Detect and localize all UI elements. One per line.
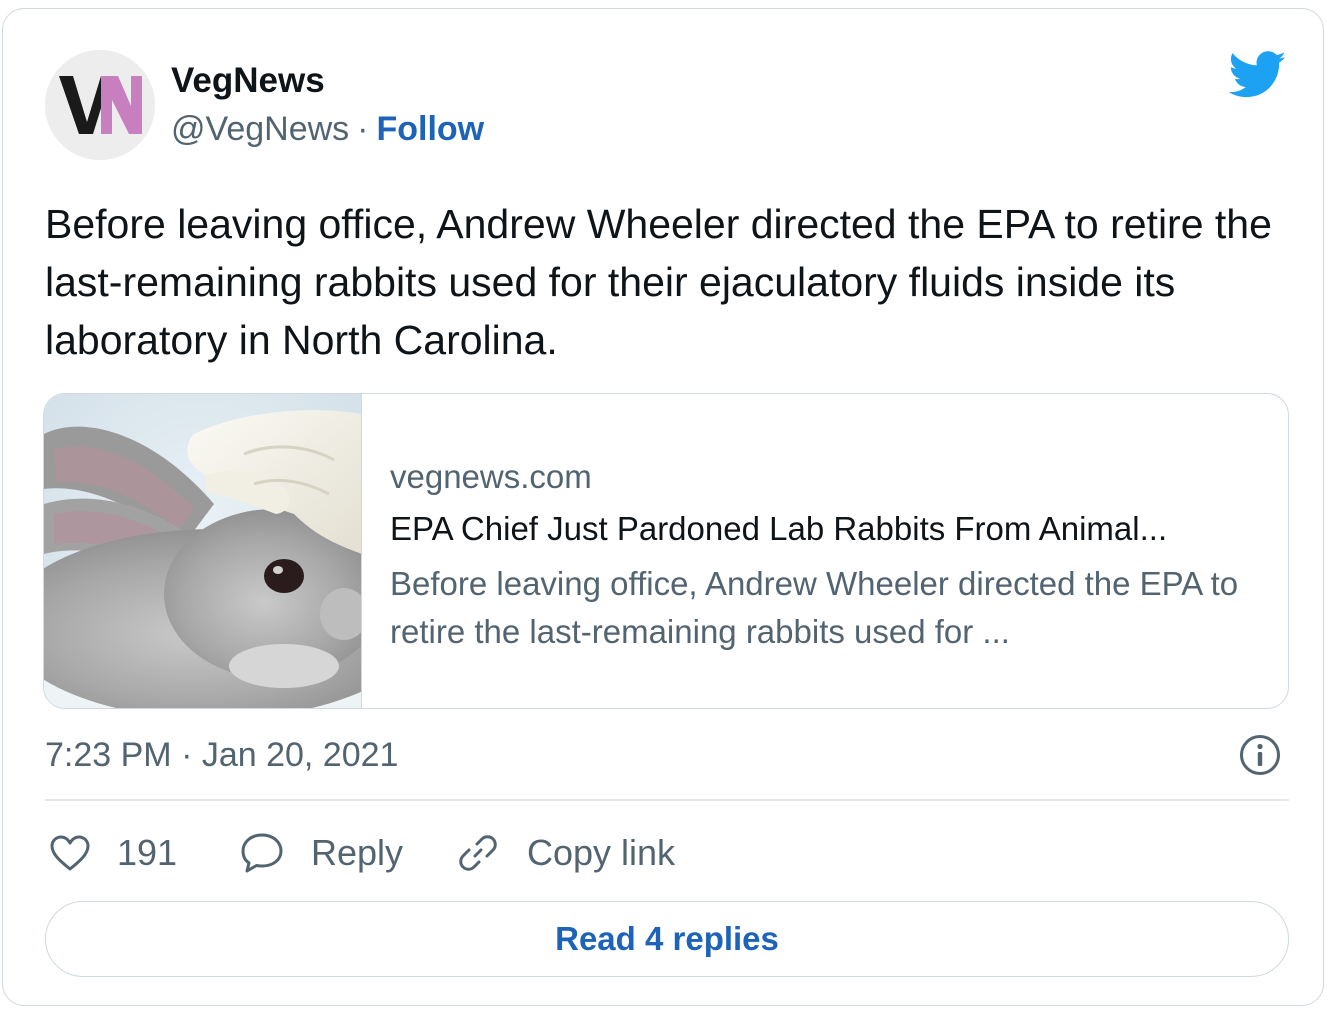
link-icon (459, 835, 497, 871)
link-title: EPA Chief Just Pardoned Lab Rabbits From… (390, 510, 1168, 547)
tweet-timestamp[interactable]: 7:23 PM · Jan 20, 2021 (45, 733, 398, 777)
link-domain: vegnews.com (390, 458, 592, 495)
copy-link-button[interactable]: Copy link (455, 827, 675, 879)
speech-bubble-icon (241, 833, 283, 873)
tweet-embed-card: VegNews @VegNews · Follow Before leaving o… (2, 8, 1324, 1006)
heart-icon (50, 835, 90, 871)
author-name[interactable]: VegNews (171, 61, 325, 101)
link-preview-image (44, 394, 362, 708)
link-preview-card[interactable]: vegnews.com EPA Chief Just Pardoned Lab … (43, 393, 1289, 709)
like-button[interactable]: 191 (49, 827, 177, 879)
author-handle[interactable]: @VegNews (171, 110, 349, 148)
like-count: 191 (117, 832, 178, 873)
follow-button[interactable]: Follow (376, 110, 484, 148)
author-handle-row: @VegNews · Follow (171, 108, 484, 150)
twitter-bird-icon[interactable] (1228, 51, 1287, 99)
vegnews-logo (45, 50, 155, 160)
link-description: Before leaving office, Andrew Wheeler di… (390, 565, 1239, 650)
tweet-text: Before leaving office, Andrew Wheeler di… (45, 201, 1272, 363)
handle-separator: · (357, 110, 369, 148)
info-icon[interactable] (1239, 734, 1281, 776)
reply-label: Reply (311, 832, 404, 873)
author-avatar[interactable] (45, 50, 155, 160)
read-replies-button[interactable]: Read 4 replies (45, 901, 1289, 977)
reply-button[interactable]: Reply (239, 827, 403, 879)
divider (45, 799, 1289, 801)
copy-link-label: Copy link (527, 832, 676, 873)
